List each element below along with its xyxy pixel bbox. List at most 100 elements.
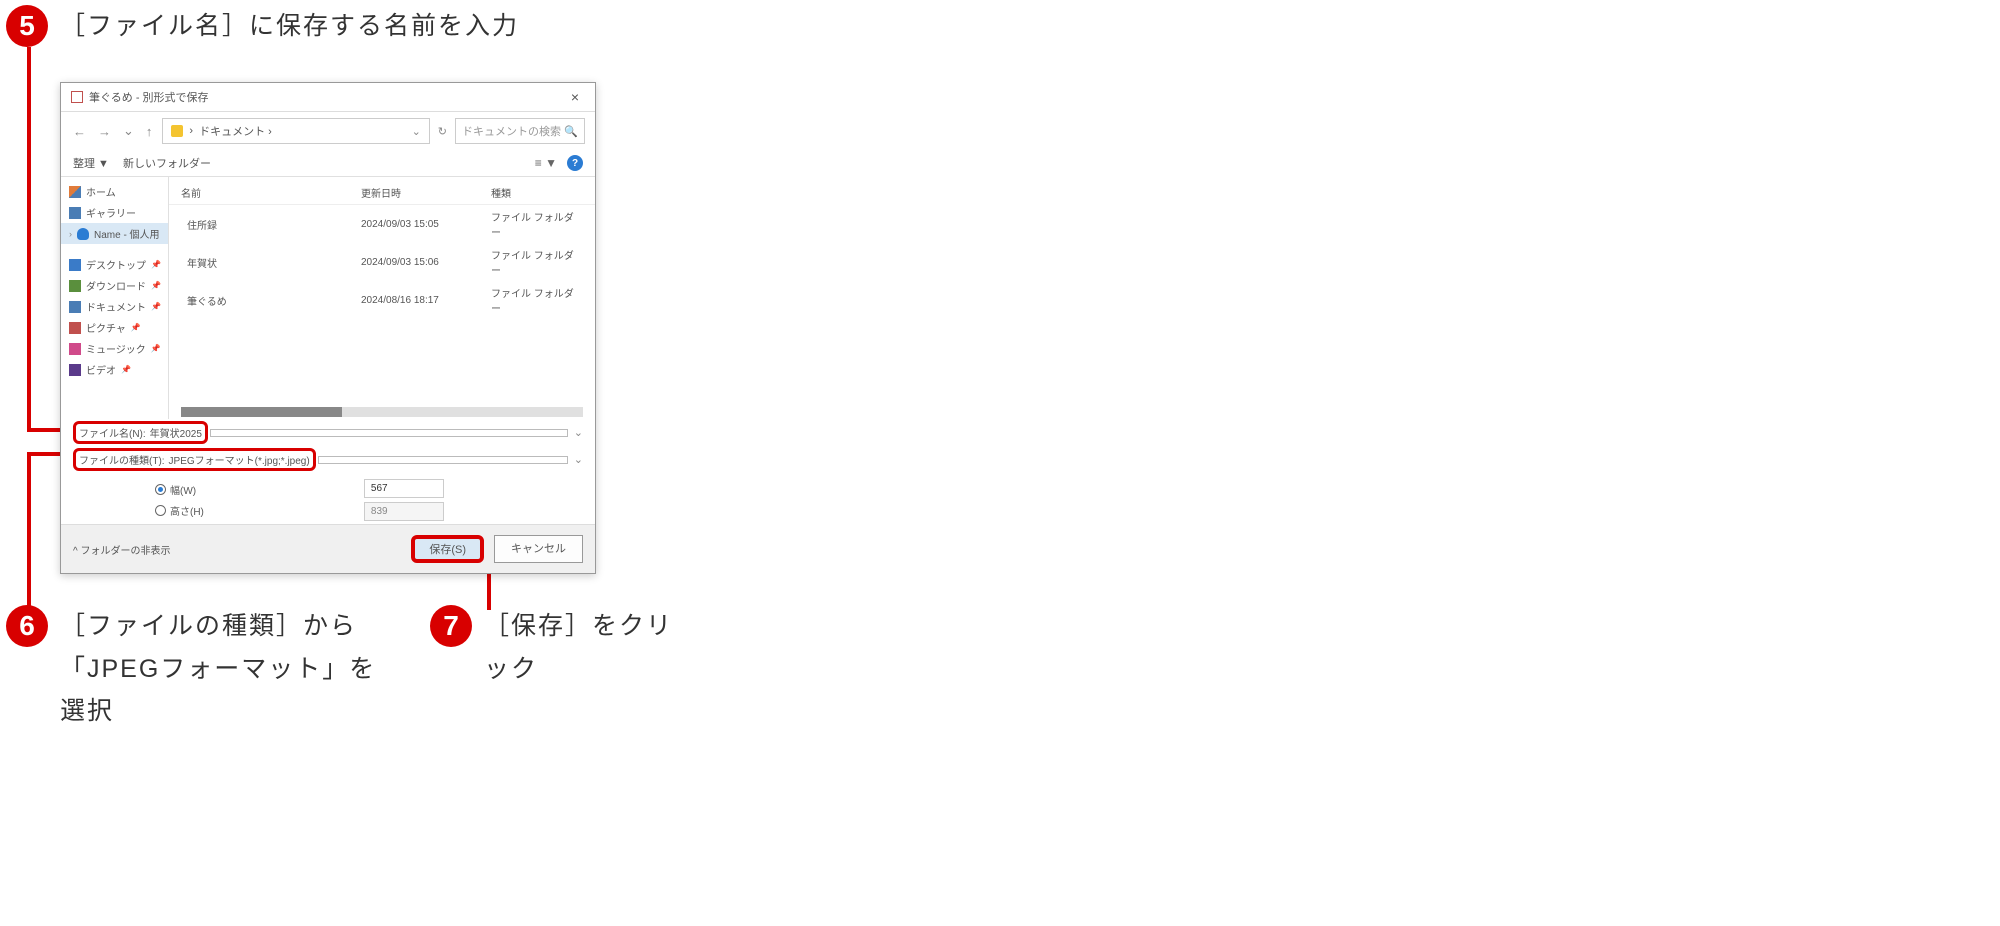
- up-icon[interactable]: ↑: [144, 124, 155, 139]
- path-box[interactable]: › ドキュメント › ⌄: [162, 118, 429, 144]
- pin-icon: 📌: [151, 260, 161, 269]
- step-6-text: ［ファイルの種類］から「JPEGフォーマット」を選択: [60, 605, 386, 733]
- sidebar-label: ギャラリー: [86, 205, 136, 220]
- col-name[interactable]: 名前: [181, 185, 361, 200]
- height-radio[interactable]: 高さ(H): [155, 503, 204, 518]
- sidebar-label: ビデオ: [86, 362, 116, 377]
- path-text: ドキュメント ›: [199, 123, 272, 139]
- help-icon[interactable]: ?: [567, 155, 583, 171]
- close-icon[interactable]: ×: [565, 89, 585, 105]
- new-folder-button[interactable]: 新しいフォルダー: [123, 155, 211, 171]
- file-date: 2024/09/03 15:06: [361, 257, 491, 268]
- cloud-icon: [77, 228, 89, 240]
- save-button[interactable]: 保存(S): [411, 535, 484, 563]
- width-input[interactable]: 567: [364, 479, 444, 498]
- pictures-icon: [69, 322, 81, 334]
- filename-row: ファイル名(N): 年賀状2025 ⌄: [73, 421, 583, 444]
- sidebar-item-home[interactable]: ホーム: [61, 181, 168, 202]
- gallery-icon: [69, 207, 81, 219]
- organize-button[interactable]: 整理 ▼: [73, 155, 109, 171]
- search-input[interactable]: ドキュメントの検索 🔍: [455, 118, 585, 144]
- file-date: 2024/08/16 18:17: [361, 295, 491, 306]
- sidebar-label: ピクチャ: [86, 320, 126, 335]
- filename-input[interactable]: [210, 429, 568, 437]
- filename-label: ファイル名(N):: [79, 425, 146, 440]
- sidebar-item-gallery[interactable]: ギャラリー: [61, 202, 168, 223]
- home-icon: [69, 186, 81, 198]
- file-name: 年賀状: [187, 259, 217, 270]
- sidebar-item-pictures[interactable]: ピクチャ 📌: [61, 317, 168, 338]
- height-input: 839: [364, 502, 444, 521]
- dialog-footer: ^ フォルダーの非表示 保存(S) キャンセル: [61, 524, 595, 573]
- save-dialog: 筆ぐるめ - 別形式で保存 × ← → ⌄ ↑ › ドキュメント › ⌄ ↻ ド…: [60, 82, 596, 574]
- filetype-dropdown-icon[interactable]: ⌄: [574, 453, 583, 466]
- file-name: 住所録: [187, 221, 217, 232]
- body-area: ホーム ギャラリー › Name - 個人用 デスクトップ 📌 ダウンロード 📌: [61, 177, 595, 419]
- sidebar-label: ホーム: [86, 184, 116, 199]
- height-label: 高さ(H): [170, 503, 204, 518]
- step-7-badge: 7: [430, 605, 472, 647]
- radio-on-icon: [155, 484, 166, 495]
- nav-bar: ← → ⌄ ↑ › ドキュメント › ⌄ ↻ ドキュメントの検索 🔍: [61, 112, 595, 150]
- cancel-button[interactable]: キャンセル: [494, 535, 583, 563]
- file-list: 名前 更新日時 種類 住所録 2024/09/03 15:05 ファイル フォル…: [169, 177, 595, 419]
- sidebar-item-downloads[interactable]: ダウンロード 📌: [61, 275, 168, 296]
- sidebar-label: デスクトップ: [86, 257, 146, 272]
- col-type[interactable]: 種類: [491, 185, 583, 200]
- documents-icon: [69, 301, 81, 313]
- pin-icon: 📌: [121, 365, 131, 374]
- sidebar-item-videos[interactable]: ビデオ 📌: [61, 359, 168, 380]
- file-date: 2024/09/03 15:05: [361, 219, 491, 230]
- step-7: 7 ［保存］をクリック: [430, 605, 690, 690]
- search-icon: 🔍: [564, 125, 578, 138]
- list-item[interactable]: 年賀状 2024/09/03 15:06 ファイル フォルダー: [169, 243, 595, 281]
- width-radio[interactable]: 幅(W): [155, 482, 204, 497]
- sidebar-item-desktop[interactable]: デスクトップ 📌: [61, 254, 168, 275]
- horizontal-scrollbar[interactable]: [181, 407, 583, 417]
- filetype-row: ファイルの種類(T): JPEGフォーマット(*.jpg;*.jpeg) ⌄: [73, 448, 583, 471]
- music-icon: [69, 343, 81, 355]
- recent-icon[interactable]: ⌄: [121, 123, 136, 139]
- col-date[interactable]: 更新日時: [361, 185, 491, 200]
- sidebar-item-documents[interactable]: ドキュメント 📌: [61, 296, 168, 317]
- search-placeholder: ドキュメントの検索: [462, 123, 561, 139]
- sidebar-label: ミュージック: [86, 341, 146, 356]
- pin-icon: 📌: [131, 323, 141, 332]
- connector-6-vertical: [27, 452, 31, 610]
- hide-folders-toggle[interactable]: ^ フォルダーの非表示: [73, 542, 170, 557]
- filetype-highlight: ファイルの種類(T): JPEGフォーマット(*.jpg;*.jpeg): [73, 448, 316, 471]
- back-icon[interactable]: ←: [71, 124, 88, 139]
- path-dropdown-icon[interactable]: ⌄: [412, 125, 421, 138]
- view-mode-button[interactable]: ≡ ▼: [535, 156, 557, 170]
- step-7-text: ［保存］をクリック: [484, 605, 690, 690]
- filename-dropdown-icon[interactable]: ⌄: [574, 426, 583, 439]
- filetype-value: JPEGフォーマット(*.jpg;*.jpeg): [169, 452, 310, 467]
- sidebar-label: ドキュメント: [86, 299, 146, 314]
- list-header: 名前 更新日時 種類: [169, 181, 595, 205]
- pin-icon: 📌: [151, 281, 161, 290]
- list-item[interactable]: 筆ぐるめ 2024/08/16 18:17 ファイル フォルダー: [169, 281, 595, 319]
- file-type: ファイル フォルダー: [491, 285, 583, 315]
- sidebar: ホーム ギャラリー › Name - 個人用 デスクトップ 📌 ダウンロード 📌: [61, 177, 169, 419]
- dimension-row: 幅(W) 高さ(H) 567 839: [73, 475, 583, 525]
- filename-highlight: ファイル名(N): 年賀状2025: [73, 421, 208, 444]
- titlebar: 筆ぐるめ - 別形式で保存 ×: [61, 83, 595, 112]
- list-item[interactable]: 住所録 2024/09/03 15:05 ファイル フォルダー: [169, 205, 595, 243]
- sidebar-item-music[interactable]: ミュージック 📌: [61, 338, 168, 359]
- desktop-icon: [69, 259, 81, 271]
- dialog-title: 筆ぐるめ - 別形式で保存: [89, 89, 209, 105]
- refresh-icon[interactable]: ↻: [438, 125, 447, 138]
- chevron-right-icon: ›: [69, 229, 72, 239]
- width-label: 幅(W): [170, 482, 196, 497]
- sidebar-label: Name - 個人用: [94, 226, 160, 241]
- connector-5-vertical: [27, 47, 31, 430]
- app-icon: [71, 91, 83, 103]
- step-5-text: ［ファイル名］に保存する名前を入力: [60, 5, 519, 48]
- file-type: ファイル フォルダー: [491, 247, 583, 277]
- pin-icon: 📌: [151, 344, 161, 353]
- video-icon: [69, 364, 81, 376]
- sidebar-item-onedrive[interactable]: › Name - 個人用: [61, 223, 168, 244]
- filetype-select[interactable]: [318, 456, 568, 464]
- file-type: ファイル フォルダー: [491, 209, 583, 239]
- forward-icon[interactable]: →: [96, 124, 113, 139]
